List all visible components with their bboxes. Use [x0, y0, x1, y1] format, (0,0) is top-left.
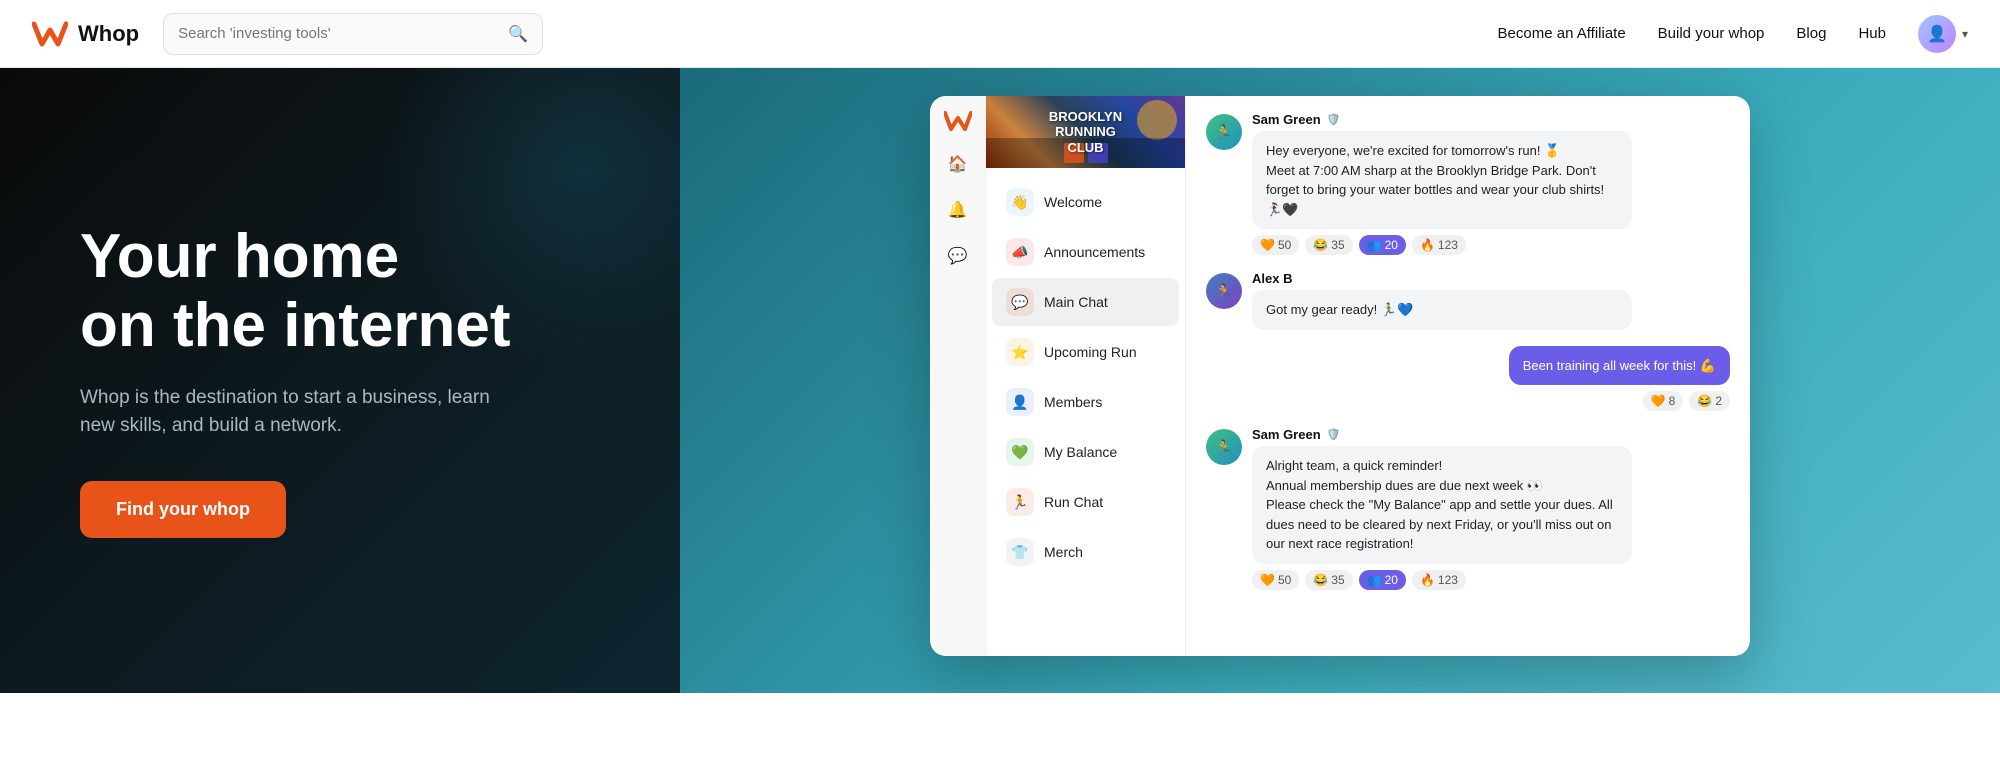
- message-header: Sam Green 🛡️: [1252, 427, 1730, 442]
- message-content: Sam Green 🛡️ Hey everyone, we're excited f…: [1252, 112, 1730, 255]
- hero-title: Your home on the internet: [80, 223, 600, 359]
- message-avatar: 🏃: [1206, 114, 1242, 150]
- author-badge: 🛡️: [1327, 113, 1341, 126]
- reaction[interactable]: 😂35: [1305, 570, 1352, 590]
- channel-name: Welcome: [1044, 194, 1102, 210]
- message-content: Sam Green 🛡️ Alright team, a quick reminde…: [1252, 427, 1730, 590]
- channel-item-my-balance[interactable]: 💚 My Balance: [992, 428, 1179, 476]
- sidebar-home-icon[interactable]: 🏠: [944, 150, 972, 178]
- message-reactions: 🧡50 😂35 👥20 🔥123: [1252, 235, 1730, 255]
- message-author: Sam Green: [1252, 112, 1321, 127]
- club-banner-image: BROOKLYNRUNNINGCLUB: [986, 96, 1185, 168]
- channel-item-members[interactable]: 👤 Members: [992, 378, 1179, 426]
- message-group-0: 🏃 Sam Green 🛡️ Hey everyone, we're excited …: [1206, 112, 1730, 255]
- channel-icon: 👕: [1006, 538, 1034, 566]
- club-name: BROOKLYNRUNNINGCLUB: [1049, 109, 1122, 156]
- main-content: Your home on the internet Whop is the de…: [0, 68, 2000, 693]
- channel-item-upcoming-run[interactable]: ⭐ Upcoming Run: [992, 328, 1179, 376]
- message-bubble: Alright team, a quick reminder! Annual m…: [1252, 446, 1632, 564]
- sidebar-logo-icon: [944, 110, 972, 132]
- channel-icon: 👤: [1006, 388, 1034, 416]
- user-avatar-menu[interactable]: 👤 ▾: [1918, 15, 1968, 53]
- user-avatar: 👤: [1918, 15, 1956, 53]
- search-icon: 🔍: [508, 24, 528, 44]
- chevron-down-icon: ▾: [1962, 27, 1968, 41]
- author-badge: 🛡️: [1327, 428, 1341, 441]
- nav-affiliate[interactable]: Become an Affiliate: [1498, 25, 1626, 42]
- nav-right: Become an Affiliate Build your whop Blog…: [1498, 15, 1968, 53]
- channel-icon: 🏃: [1006, 488, 1034, 516]
- reaction[interactable]: 🧡50: [1252, 235, 1299, 255]
- channel-name: Announcements: [1044, 244, 1145, 260]
- message-author: Sam Green: [1252, 427, 1321, 442]
- reaction[interactable]: 🔥123: [1412, 570, 1466, 590]
- search-bar: 🔍: [163, 13, 543, 55]
- channel-name: Upcoming Run: [1044, 344, 1137, 360]
- channel-icon: ⭐: [1006, 338, 1034, 366]
- club-banner: BROOKLYNRUNNINGCLUB: [986, 96, 1185, 168]
- channel-item-announcements[interactable]: 📣 Announcements: [992, 228, 1179, 276]
- chat-area: 🏃 Sam Green 🛡️ Hey everyone, we're excited …: [1186, 96, 1750, 656]
- reaction[interactable]: 🧡8: [1643, 391, 1684, 411]
- nav-build[interactable]: Build your whop: [1658, 25, 1765, 42]
- hero-subtitle: Whop is the destination to start a busin…: [80, 384, 500, 441]
- message-group-3: 🏃 Sam Green 🛡️ Alright team, a quick remind…: [1206, 427, 1730, 590]
- hero-section: Your home on the internet Whop is the de…: [0, 68, 680, 693]
- message-avatar: 🏃: [1206, 429, 1242, 465]
- header: Whop 🔍 Become an Affiliate Build your wh…: [0, 0, 2000, 68]
- nav-blog[interactable]: Blog: [1796, 25, 1826, 42]
- message-reactions: 🧡8😂2: [1509, 391, 1730, 411]
- channel-icon: 💬: [1006, 288, 1034, 316]
- channel-item-welcome[interactable]: 👋 Welcome: [992, 178, 1179, 226]
- find-whop-button[interactable]: Find your whop: [80, 481, 286, 538]
- channel-name: Main Chat: [1044, 294, 1108, 310]
- channel-name: Members: [1044, 394, 1102, 410]
- message-bubble: Been training all week for this! 💪: [1509, 346, 1730, 386]
- message-reactions: 🧡50 😂35 👥20 🔥123: [1252, 570, 1730, 590]
- reaction[interactable]: 🔥123: [1412, 235, 1466, 255]
- channel-items: 👋 Welcome 📣 Announcements 💬 Main Chat ⭐ …: [986, 178, 1185, 576]
- chat-messages: 🏃 Sam Green 🛡️ Hey everyone, we're excited …: [1186, 96, 1750, 656]
- message-author: Alex B: [1252, 271, 1292, 286]
- message-group-1: 🏃 Alex B Got my gear ready! 🏃‍♂️💙: [1206, 271, 1730, 330]
- channel-name: Merch: [1044, 544, 1083, 560]
- reaction[interactable]: 😂35: [1305, 235, 1352, 255]
- reaction[interactable]: 👥20: [1359, 570, 1406, 590]
- channel-icon: 👋: [1006, 188, 1034, 216]
- channel-item-main-chat[interactable]: 💬 Main Chat: [992, 278, 1179, 326]
- channel-item-merch[interactable]: 👕 Merch: [992, 528, 1179, 576]
- channel-name: My Balance: [1044, 444, 1117, 460]
- whop-logo-icon: [32, 20, 68, 48]
- message-header: Alex B: [1252, 271, 1730, 286]
- logo-link[interactable]: Whop: [32, 20, 139, 48]
- reaction[interactable]: 🧡50: [1252, 570, 1299, 590]
- message-avatar: 🏃: [1206, 273, 1242, 309]
- message-header: Sam Green 🛡️: [1252, 112, 1730, 127]
- app-mockup: 🏠 🔔 💬 BROOKLYNRUNNINGCLUB: [930, 96, 1750, 656]
- own-message-2: Been training all week for this! 💪 🧡8😂2: [1206, 346, 1730, 412]
- channel-item-run-chat[interactable]: 🏃 Run Chat: [992, 478, 1179, 526]
- channel-list: BROOKLYNRUNNINGCLUB 👋 Welcome 📣 Announce…: [986, 96, 1186, 656]
- app-sidebar: 🏠 🔔 💬: [930, 96, 986, 656]
- message-content: Been training all week for this! 💪 🧡8😂2: [1509, 346, 1730, 412]
- channel-icon: 💚: [1006, 438, 1034, 466]
- message-bubble: Hey everyone, we're excited for tomorrow…: [1252, 131, 1632, 229]
- message-content: Alex B Got my gear ready! 🏃‍♂️💙: [1252, 271, 1730, 330]
- reaction[interactable]: 👥20: [1359, 235, 1406, 255]
- channel-name: Run Chat: [1044, 494, 1103, 510]
- nav-hub[interactable]: Hub: [1858, 25, 1886, 42]
- sidebar-chat-icon[interactable]: 💬: [944, 242, 972, 270]
- reaction[interactable]: 😂2: [1689, 391, 1730, 411]
- logo-text: Whop: [78, 21, 139, 47]
- sidebar-bell-icon[interactable]: 🔔: [944, 196, 972, 224]
- message-bubble: Got my gear ready! 🏃‍♂️💙: [1252, 290, 1632, 330]
- channel-icon: 📣: [1006, 238, 1034, 266]
- search-input[interactable]: [178, 25, 498, 42]
- right-area: 🏠 🔔 💬 BROOKLYNRUNNINGCLUB: [680, 68, 2000, 693]
